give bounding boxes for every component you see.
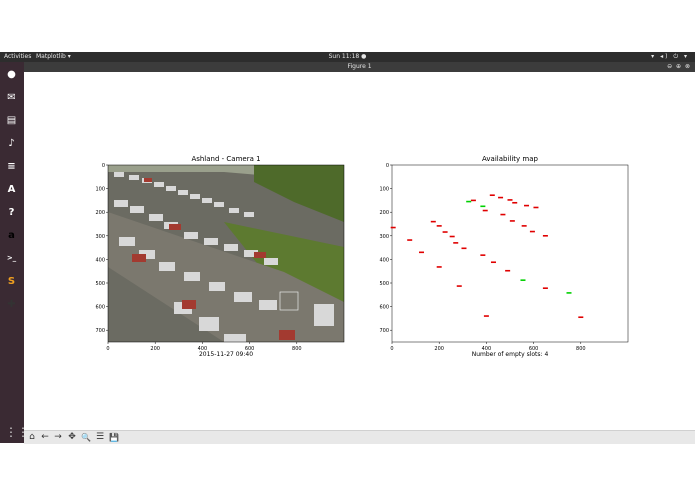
writer-icon[interactable]: ≡ [3,158,20,175]
y-tick-label: 100 [379,187,389,193]
y-tick-label: 200 [95,210,105,216]
slot-marker [509,220,515,222]
clock[interactable]: Sun 11:18 ● [0,52,695,62]
slot-marker [489,194,495,197]
slot-marker [470,199,476,202]
slot-marker [419,251,424,254]
y-tick-label: 700 [379,328,389,334]
y-tick-label: 400 [95,257,105,263]
help-icon[interactable]: ? [3,204,20,221]
slot-marker [480,205,486,208]
slot-marker [482,209,488,212]
slot-marker [505,269,511,272]
slot-marker [461,247,467,250]
back-icon[interactable]: ← [39,431,51,444]
matplotlib-toolbar: ⌂ ← → ✥ 🔍 ☰ 💾 [24,430,695,444]
slot-marker [490,261,496,264]
home-icon[interactable]: ⌂ [26,431,38,444]
y-tick-label: 700 [95,328,105,334]
slot-marker [453,242,459,244]
configure-icon[interactable]: ☰ [94,431,106,444]
slot-marker [483,315,489,317]
slot-marker [442,231,448,233]
slot-marker [529,230,535,233]
rhythmbox-icon[interactable]: ♪ [3,135,20,152]
save-icon[interactable]: 💾 [108,431,120,444]
thunderbird-icon[interactable]: ✉ [3,89,20,106]
y-tick-label: 600 [95,305,105,311]
sublime-icon[interactable]: S [3,273,20,290]
slot-marker [466,200,472,203]
slot-marker [407,239,413,241]
slot-marker [449,235,455,238]
slot-marker [390,226,396,229]
files-icon[interactable]: ▤ [3,112,20,129]
y-tick-label: 0 [386,163,389,169]
y-tick-label: 0 [102,163,105,169]
slot-marker [436,266,442,268]
right-xlabel: Number of empty slots: 4 [471,351,549,358]
show-apps-icon[interactable]: ⋮⋮⋮ [5,425,41,439]
window-titlebar: Figure 1 ⊖ ⊕ ⊗ [24,62,695,72]
python-icon[interactable]: ✚ [3,296,20,313]
slot-marker [542,287,548,289]
slot-marker [521,225,527,227]
slot-marker [578,316,584,319]
slot-marker [500,213,506,216]
y-tick-label: 300 [379,234,389,240]
window-title: Figure 1 [347,63,372,70]
y-tick-label: 100 [95,187,105,193]
y-tick-label: 400 [379,257,389,263]
software-center-icon[interactable]: A [3,181,20,198]
camera-image [107,164,345,343]
slot-marker [480,254,486,256]
amazon-icon[interactable]: a [3,227,20,244]
pan-icon[interactable]: ✥ [66,431,78,444]
y-tick-label: 500 [379,281,389,287]
slot-marker [512,201,518,204]
right-axes-frame [391,164,629,343]
slot-marker [436,225,442,227]
zoom-icon[interactable]: 🔍 [80,431,92,444]
left-xlabel: 2015-11-27 09:40 [198,351,254,358]
y-tick-label: 600 [379,305,389,311]
slot-marker [524,204,530,207]
slot-marker [430,220,436,223]
slot-marker [566,292,572,294]
y-tick-label: 300 [95,234,105,240]
slot-marker [533,206,539,209]
firefox-icon[interactable]: ● [3,66,20,83]
slot-marker [498,196,504,199]
window-controls[interactable]: ⊖ ⊕ ⊗ [667,62,691,72]
y-tick-label: 200 [379,210,389,216]
dock: ● ✉ ▤ ♪ ≡ A ? a >_ S ✚ ⋮⋮⋮ [0,62,41,443]
system-tray[interactable]: ▾ ◂) ⏻ ▾ [651,52,689,62]
slot-marker [520,279,526,281]
figure-canvas[interactable]: Ashland - Camera 1 Availability map 0 20… [24,72,695,430]
forward-icon[interactable]: → [52,431,64,444]
slot-marker [507,199,513,201]
y-tick-label: 500 [95,281,105,287]
slot-marker [542,235,548,237]
top-bar: Activities Matplotlib ▾ Sun 11:18 ● ▾ ◂)… [0,52,695,62]
slot-marker [456,285,462,287]
terminal-icon[interactable]: >_ [3,250,20,267]
figure-svg: 0 200 400 600 8000100200300400500600700 0 200… [95,163,629,352]
